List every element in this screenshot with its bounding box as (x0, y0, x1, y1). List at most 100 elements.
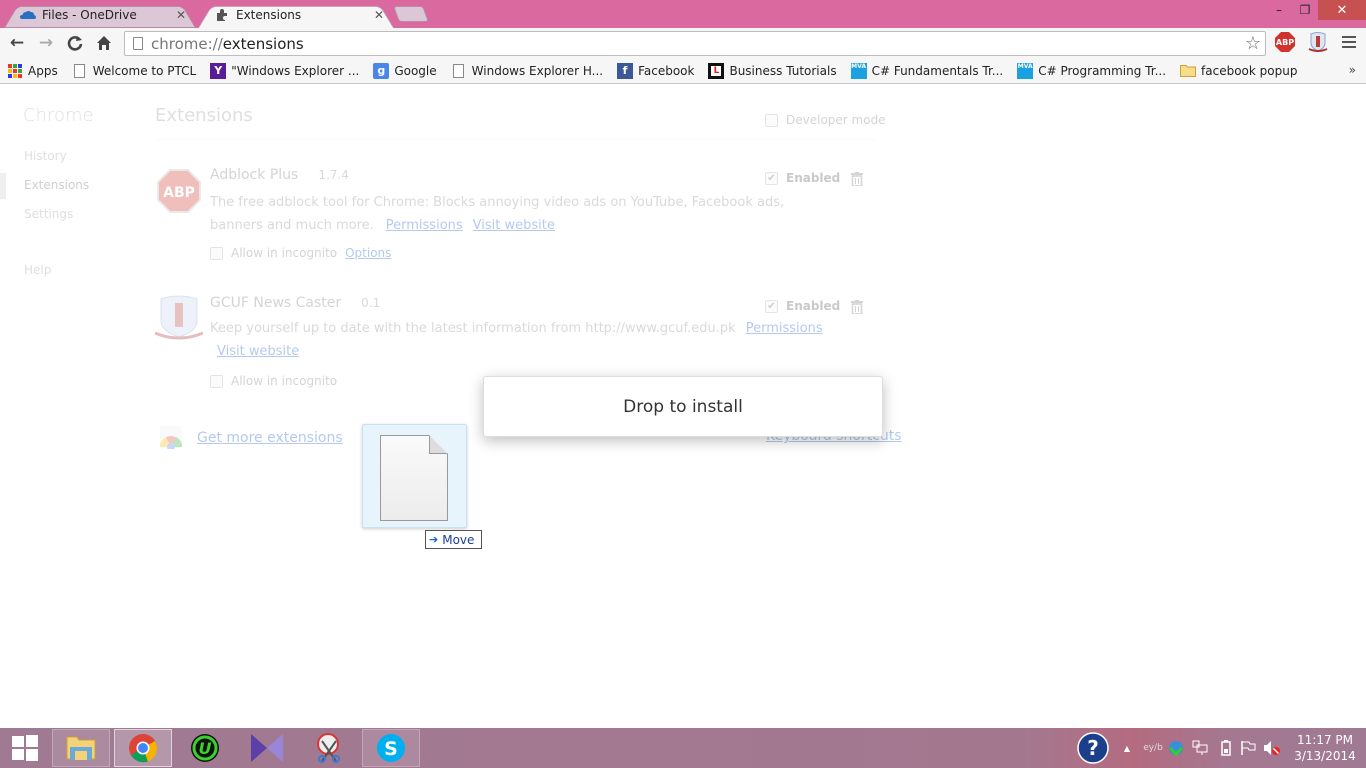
remove-extension-trash-icon[interactable] (851, 171, 863, 187)
folder-icon (1180, 63, 1197, 79)
taskbar-kmplayer[interactable] (238, 729, 296, 767)
onedrive-cloud-icon (20, 8, 36, 22)
drop-to-install-overlay[interactable]: Drop to install (483, 376, 883, 437)
reload-button[interactable] (64, 32, 86, 54)
svg-text:?: ? (1087, 736, 1099, 760)
bookmark-label: Google (394, 63, 437, 78)
gcuf-extension-button[interactable] (1307, 31, 1329, 53)
sidebar-title: Chrome (23, 105, 94, 126)
minimize-button[interactable]: – (1266, 0, 1292, 20)
enabled-checkbox[interactable]: ✔ (765, 299, 778, 313)
language-tray-icon[interactable]: ey/b (1141, 728, 1165, 768)
extension-name: GCUF News Caster 0.1 (210, 295, 380, 311)
developer-mode-checkbox[interactable] (765, 113, 778, 127)
enabled-toggle[interactable]: ✔ Enabled (765, 299, 840, 313)
system-clock[interactable]: 11:17 PM 3/13/2014 (1290, 732, 1360, 764)
help-tray-icon[interactable]: ? (1076, 728, 1110, 768)
dragged-file-preview[interactable] (362, 424, 467, 528)
visit-website-link[interactable]: Visit website (473, 218, 555, 233)
permissions-link[interactable]: Permissions (386, 218, 463, 233)
svg-text:ABP: ABP (163, 185, 195, 201)
move-arrow-icon: ➔ (429, 533, 439, 546)
forward-button[interactable]: → (35, 32, 57, 54)
enabled-toggle[interactable]: ✔ Enabled (765, 171, 840, 185)
allow-incognito-toggle[interactable]: Allow in incognito (210, 374, 337, 388)
drag-move-tooltip: ➔ Move (425, 530, 482, 549)
tab-files-onedrive[interactable]: Files - OneDrive ✕ (4, 2, 196, 28)
bookmark-apps[interactable]: Apps (7, 63, 58, 79)
action-center-flag-icon[interactable] (1238, 728, 1258, 768)
get-more-extensions[interactable]: Get more extensions (158, 423, 343, 453)
clock-date: 3/13/2014 (1294, 749, 1356, 763)
enabled-label: Enabled (786, 299, 841, 313)
maximize-button[interactable]: ❐ (1292, 0, 1318, 20)
bookmark-business-tutorials[interactable]: L Business Tutorials (708, 62, 837, 79)
tab-label: Extensions (236, 8, 302, 22)
bookmark-google[interactable]: g Google (373, 62, 437, 79)
chrome-menu-button[interactable] (1342, 34, 1356, 50)
sidebar-item-settings[interactable]: Settings (24, 207, 73, 221)
bookmark-label: Business Tutorials (729, 63, 837, 78)
bookmark-csharp-programming[interactable]: MVA C# Programming Tr... (1017, 62, 1166, 79)
browser-toolbar: ← → chrome://extensions ☆ ABP (0, 28, 1366, 58)
sidebar-item-history[interactable]: History (24, 149, 67, 163)
visit-website-link[interactable]: Visit website (217, 344, 299, 359)
bookmark-csharp-fundamentals[interactable]: MVA C# Fundamentals Tr... (850, 62, 1003, 79)
extension-description: Keep yourself up to date with the latest… (210, 317, 823, 363)
close-window-button[interactable]: ✕ (1318, 0, 1366, 20)
new-tab-button[interactable] (393, 6, 429, 22)
get-more-extensions-link[interactable]: Get more extensions (197, 430, 343, 446)
svg-text:S: S (384, 738, 398, 760)
taskbar-iobit-uninstaller[interactable]: U (176, 729, 234, 767)
extension-version: 1.7.4 (318, 168, 349, 182)
description-line: Keep yourself up to date with the latest… (210, 321, 736, 336)
taskbar-file-explorer[interactable] (52, 729, 110, 767)
extension-version: 0.1 (361, 296, 381, 310)
taskbar-snipping-tool[interactable] (300, 729, 358, 767)
bookmark-facebook[interactable]: f Facebook (617, 62, 695, 79)
bookmark-windows-explorer-yahoo[interactable]: Y "Windows Explorer ... (210, 62, 360, 79)
extension-description: The free adblock tool for Chrome: Blocks… (210, 191, 784, 237)
remove-extension-trash-icon[interactable] (851, 299, 863, 315)
allow-incognito-toggle[interactable]: Allow in incognito Options (210, 246, 391, 260)
file-corner-fold (429, 435, 448, 454)
start-button[interactable] (0, 729, 50, 767)
network-tray-icon[interactable] (1190, 728, 1210, 768)
sidebar-item-extensions[interactable]: Extensions (24, 178, 89, 192)
permissions-link[interactable]: Permissions (746, 321, 823, 336)
options-link[interactable]: Options (345, 246, 391, 260)
kmplayer-icon (251, 734, 283, 762)
tab-extensions[interactable]: Extensions ✕ (198, 2, 394, 28)
svg-text:U: U (199, 739, 212, 758)
address-bar[interactable]: chrome://extensions ☆ (124, 31, 1266, 56)
battery-tray-icon[interactable] (1218, 728, 1234, 768)
adblock-plus-extension-button[interactable]: ABP (1275, 32, 1295, 52)
allow-incognito-checkbox[interactable] (210, 246, 223, 260)
close-tab-icon[interactable]: ✕ (174, 8, 188, 22)
close-tab-icon[interactable]: ✕ (372, 8, 386, 22)
windows-logo-icon (12, 735, 38, 761)
bookmark-windows-explorer-h[interactable]: Windows Explorer H... (451, 63, 603, 79)
developer-mode-toggle[interactable]: Developer mode (765, 113, 886, 127)
snipping-tool-icon (317, 733, 340, 763)
home-button[interactable] (93, 32, 115, 54)
volume-muted-tray-icon[interactable] (1262, 728, 1282, 768)
taskbar-skype[interactable]: S (362, 729, 420, 767)
bookmark-label: Welcome to PTCL (92, 63, 197, 78)
mva-icon: MVA (1017, 62, 1034, 79)
bookmark-welcome-ptcl[interactable]: Welcome to PTCL (72, 63, 197, 79)
bookmark-label: Facebook (638, 63, 695, 78)
back-button[interactable]: ← (6, 32, 28, 54)
bookmark-label: "Windows Explorer ... (231, 63, 360, 78)
allow-incognito-checkbox[interactable] (210, 374, 223, 388)
url-scheme: chrome:// (151, 34, 223, 53)
sidebar-item-help[interactable]: Help (24, 263, 51, 277)
taskbar-chrome[interactable] (114, 729, 172, 767)
bookmark-folder-facebook-popup[interactable]: facebook popup (1180, 63, 1297, 79)
more-bookmarks-chevron-icon[interactable]: » (1349, 63, 1356, 77)
show-hidden-icons-button[interactable]: ▲ (1120, 728, 1134, 768)
page-title: Extensions (155, 105, 253, 126)
enabled-checkbox[interactable]: ✔ (765, 171, 778, 185)
bookmark-star-icon[interactable]: ☆ (1245, 33, 1261, 54)
download-manager-tray-icon[interactable] (1166, 728, 1186, 768)
